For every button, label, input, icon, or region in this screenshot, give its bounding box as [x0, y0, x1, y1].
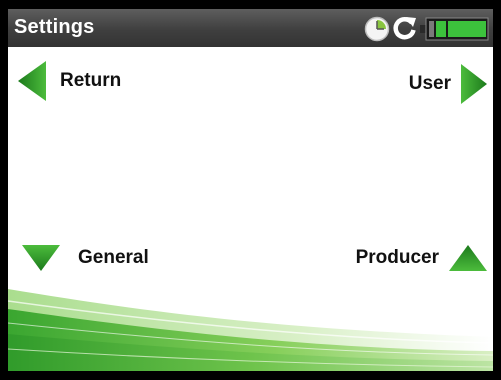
page-title: Settings — [14, 16, 95, 38]
producer-label: Producer — [355, 247, 439, 268]
down-arrow-icon — [22, 245, 60, 271]
up-arrow-icon — [449, 245, 487, 271]
screen: Settings Return User General Producer — [8, 9, 493, 371]
general-button[interactable]: General — [22, 243, 149, 273]
return-label: Return — [60, 70, 122, 91]
return-button[interactable]: Return — [18, 61, 121, 101]
producer-button[interactable]: Producer — [356, 243, 487, 273]
right-arrow-icon — [461, 64, 487, 104]
decorative-wave — [8, 289, 493, 371]
general-label: General — [78, 247, 149, 268]
device-frame: Settings Return User General Producer — [0, 0, 501, 380]
title-bar: Settings — [8, 9, 493, 47]
left-arrow-icon — [18, 61, 46, 101]
user-label: User — [408, 73, 451, 94]
sync-icon — [393, 17, 416, 40]
user-button[interactable]: User — [409, 64, 487, 104]
battery-icon — [420, 17, 489, 41]
clock-icon — [364, 16, 390, 42]
